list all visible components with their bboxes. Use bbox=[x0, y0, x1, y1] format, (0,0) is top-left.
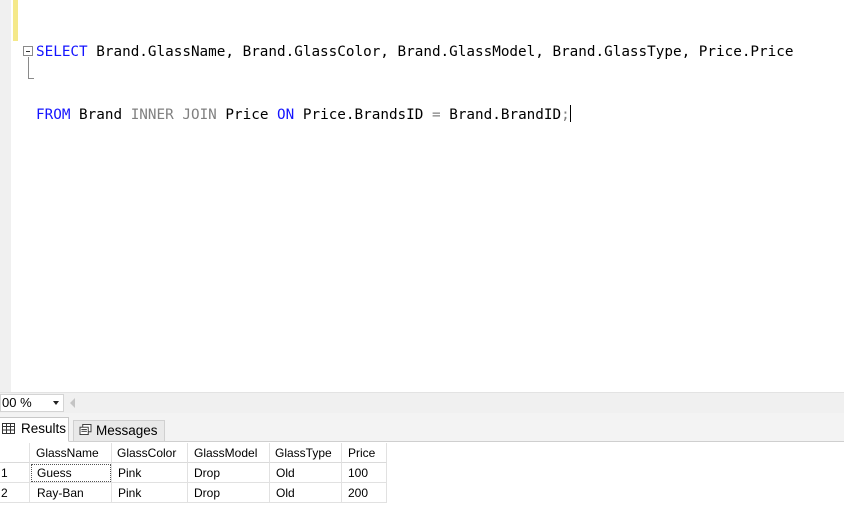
sql-code[interactable]: SELECT Brand.GlassName, Brand.GlassColor… bbox=[23, 0, 793, 168]
table-cell[interactable]: Drop bbox=[188, 463, 270, 483]
sql-token-id: Brand bbox=[70, 107, 131, 123]
tab-results[interactable]: Results bbox=[0, 417, 69, 442]
sql-token-kw-gray: = bbox=[432, 107, 441, 123]
messages-icon bbox=[79, 424, 92, 435]
column-header[interactable]: GlassType bbox=[270, 443, 342, 463]
code-line-2[interactable]: FROM Brand INNER JOIN Price ON Price.Bra… bbox=[24, 105, 571, 126]
query-editor[interactable]: SELECT Brand.GlassName, Brand.GlassColor… bbox=[0, 0, 844, 392]
table-cell[interactable]: 200 bbox=[342, 483, 387, 503]
column-header[interactable]: GlassModel bbox=[188, 443, 270, 463]
column-header[interactable]: GlassName bbox=[30, 443, 112, 463]
table-cell[interactable]: 100 bbox=[342, 463, 387, 483]
table-cell[interactable]: Drop bbox=[188, 483, 270, 503]
table-cell[interactable]: Old bbox=[270, 463, 342, 483]
row-number[interactable]: 1 bbox=[0, 463, 30, 483]
change-tracking-bar bbox=[13, 0, 18, 41]
results-tabstrip: Results Messages bbox=[0, 413, 844, 442]
sql-token-id: Brand.BrandID bbox=[440, 107, 562, 123]
table-cell-selected[interactable]: Guess bbox=[30, 463, 112, 483]
grid-icon bbox=[2, 423, 15, 434]
table-cell[interactable]: Pink bbox=[112, 463, 188, 483]
sql-token-id: Brand.GlassName, Brand.GlassColor, Brand… bbox=[87, 44, 794, 60]
outline-guide-end bbox=[28, 78, 34, 79]
grid-corner[interactable] bbox=[0, 443, 30, 463]
scroll-left-arrow-icon[interactable] bbox=[70, 398, 75, 408]
table-cell[interactable]: Old bbox=[270, 483, 342, 503]
sql-token-kw: ON bbox=[277, 107, 295, 123]
column-header[interactable]: GlassColor bbox=[112, 443, 188, 463]
code-line-2-text: FROM Brand INNER JOIN Price ON Price.Bra… bbox=[36, 105, 571, 126]
outline-guide bbox=[28, 57, 29, 79]
column-header[interactable]: Price bbox=[342, 443, 387, 463]
sql-token-id: Price.BrandsID bbox=[294, 107, 432, 123]
sql-token-kw-gray: ; bbox=[561, 107, 570, 123]
sql-token-kw: SELECT bbox=[36, 44, 88, 60]
tab-messages-label: Messages bbox=[96, 423, 158, 438]
collapse-minus-icon[interactable] bbox=[23, 46, 33, 56]
sql-token-kw-gray: INNER JOIN bbox=[130, 107, 217, 123]
zoom-dropdown[interactable]: 00 % bbox=[0, 394, 64, 412]
editor-status-bar: 00 % bbox=[0, 392, 844, 413]
table-cell[interactable]: Pink bbox=[112, 483, 188, 503]
text-caret bbox=[569, 105, 571, 122]
sql-token-kw: FROM bbox=[36, 107, 71, 123]
table-cell[interactable]: Ray-Ban bbox=[30, 483, 112, 503]
row-number[interactable]: 2 bbox=[0, 483, 30, 503]
editor-gutter bbox=[0, 0, 11, 392]
tab-messages[interactable]: Messages bbox=[73, 420, 165, 442]
tab-results-label: Results bbox=[21, 421, 67, 436]
zoom-value: 00 % bbox=[2, 395, 32, 410]
code-line-1[interactable]: SELECT Brand.GlassName, Brand.GlassColor… bbox=[23, 42, 793, 79]
chevron-down-icon[interactable] bbox=[53, 401, 59, 405]
sql-token-id: Price bbox=[216, 107, 278, 123]
code-line-1-text: SELECT Brand.GlassName, Brand.GlassColor… bbox=[36, 42, 793, 63]
